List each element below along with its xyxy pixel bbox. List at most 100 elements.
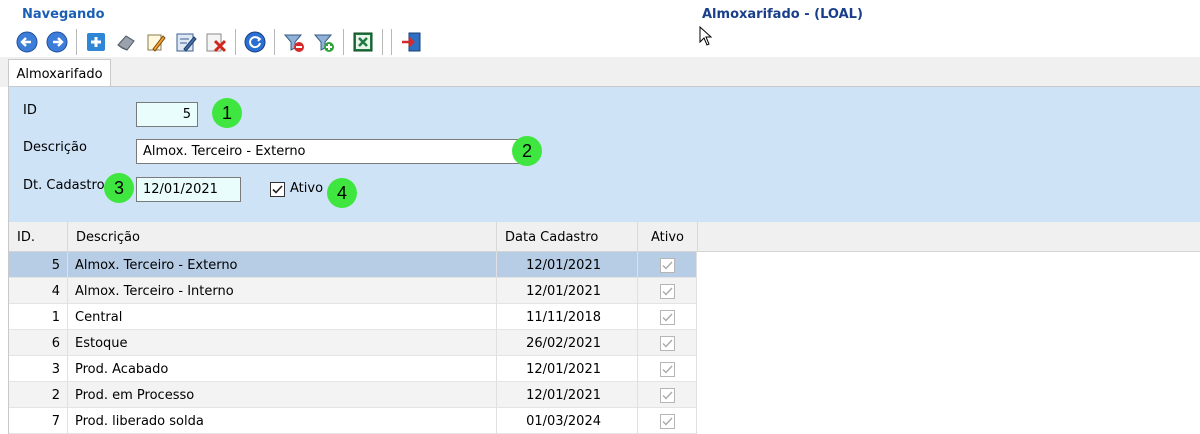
annotation-badge-2: 2 bbox=[512, 136, 542, 166]
excel-export-button[interactable] bbox=[350, 29, 376, 55]
cell-id: 1 bbox=[9, 304, 68, 330]
col-header-ativo[interactable]: Ativo bbox=[638, 222, 698, 252]
toolbar-separator bbox=[274, 29, 275, 55]
back-button[interactable] bbox=[14, 29, 40, 55]
clear-button[interactable] bbox=[113, 29, 139, 55]
grid-header: ID. Descrição Data Cadastro Ativo bbox=[9, 222, 1200, 252]
check-icon bbox=[662, 365, 673, 374]
check-icon bbox=[662, 287, 673, 296]
cell-id: 6 bbox=[9, 330, 68, 356]
new-record-icon bbox=[87, 33, 105, 51]
cell-descricao: Prod. Acabado bbox=[68, 356, 497, 382]
cell-id: 7 bbox=[9, 408, 68, 434]
edit-button[interactable] bbox=[143, 29, 169, 55]
check-icon bbox=[662, 417, 673, 426]
ativo-row-checkbox[interactable] bbox=[659, 257, 675, 273]
remove-filter-button[interactable] bbox=[281, 29, 307, 55]
new-record-button[interactable] bbox=[83, 29, 109, 55]
toolbar-separator bbox=[76, 29, 77, 55]
cell-id: 3 bbox=[9, 356, 68, 382]
descricao-label: Descrição bbox=[23, 140, 87, 155]
cell-descricao: Central bbox=[68, 304, 497, 330]
check-icon bbox=[662, 391, 673, 400]
status-title: Navegando bbox=[22, 7, 105, 22]
col-header-id[interactable]: ID. bbox=[9, 222, 68, 252]
filter-add-icon bbox=[313, 34, 334, 52]
cell-ativo bbox=[638, 278, 697, 304]
table-row[interactable]: 6 Estoque 26/02/2021 bbox=[9, 330, 697, 356]
ativo-row-checkbox[interactable] bbox=[659, 283, 675, 299]
filter-remove-icon bbox=[283, 34, 304, 52]
toolbar-separator bbox=[391, 29, 392, 55]
tab-strip: Almoxarifado bbox=[0, 57, 1200, 88]
col-header-data-cadastro[interactable]: Data Cadastro bbox=[497, 222, 638, 252]
delete-button[interactable] bbox=[203, 29, 229, 55]
annotation-badge-1: 1 bbox=[212, 98, 242, 128]
id-field[interactable]: 5 bbox=[136, 102, 198, 127]
cell-descricao: Almox. Terceiro - Externo bbox=[68, 252, 497, 278]
cell-descricao: Prod. liberado solda bbox=[68, 408, 497, 434]
cell-ativo bbox=[638, 304, 697, 330]
refresh-button[interactable] bbox=[242, 29, 268, 55]
descricao-field[interactable]: Almox. Terceiro - Externo bbox=[136, 139, 531, 164]
cell-data-cadastro: 12/01/2021 bbox=[497, 278, 638, 304]
delete-icon bbox=[206, 33, 227, 53]
cell-ativo bbox=[638, 408, 697, 434]
ativo-row-checkbox[interactable] bbox=[659, 335, 675, 351]
table-row[interactable]: 4 Almox. Terceiro - Interno 12/01/2021 bbox=[9, 278, 697, 304]
table-row[interactable]: 7 Prod. liberado solda 01/03/2024 bbox=[9, 408, 697, 434]
cell-ativo bbox=[638, 382, 697, 408]
table-row[interactable]: 5 Almox. Terceiro - Externo 12/01/2021 bbox=[9, 252, 697, 278]
form-title: Almoxarifado - (LOAL) bbox=[702, 7, 863, 22]
toolbar-separator bbox=[235, 29, 236, 55]
back-arrow-icon bbox=[16, 31, 38, 53]
edit-form-icon bbox=[176, 33, 197, 52]
excel-export-icon bbox=[353, 32, 373, 52]
check-icon bbox=[662, 339, 673, 348]
cell-data-cadastro: 11/11/2018 bbox=[497, 304, 638, 330]
check-icon bbox=[272, 185, 283, 194]
tab-almoxarifado[interactable]: Almoxarifado bbox=[8, 59, 111, 88]
eraser-icon bbox=[117, 35, 135, 51]
annotation-badge-4: 4 bbox=[327, 178, 357, 208]
cell-ativo bbox=[638, 330, 697, 356]
cell-descricao: Almox. Terceiro - Interno bbox=[68, 278, 497, 304]
refresh-icon bbox=[244, 31, 266, 53]
id-label: ID bbox=[23, 103, 37, 118]
cell-data-cadastro: 12/01/2021 bbox=[497, 382, 638, 408]
cell-data-cadastro: 01/03/2024 bbox=[497, 408, 638, 434]
table-row[interactable]: 1 Central 11/11/2018 bbox=[9, 304, 697, 330]
dt-cadastro-field[interactable]: 12/01/2021 bbox=[136, 177, 241, 202]
toolbar-separator bbox=[382, 29, 383, 55]
col-header-descricao[interactable]: Descrição bbox=[68, 222, 497, 252]
toolbar-separator bbox=[343, 29, 344, 55]
dt-cadastro-label: Dt. Cadastro bbox=[23, 178, 105, 193]
forward-arrow-icon bbox=[46, 31, 68, 53]
ativo-row-checkbox[interactable] bbox=[659, 361, 675, 377]
edit-pencil-icon bbox=[147, 34, 166, 52]
table-row[interactable]: 2 Prod. em Processo 12/01/2021 bbox=[9, 382, 697, 408]
cell-descricao: Prod. em Processo bbox=[68, 382, 497, 408]
mouse-cursor-icon bbox=[699, 26, 713, 46]
ativo-row-checkbox[interactable] bbox=[659, 309, 675, 325]
cell-data-cadastro: 12/01/2021 bbox=[497, 252, 638, 278]
annotation-badge-3: 3 bbox=[104, 173, 134, 203]
cell-id: 4 bbox=[9, 278, 68, 304]
data-grid: ID. Descrição Data Cadastro Ativo 5 Almox… bbox=[8, 222, 1200, 434]
ativo-label[interactable]: Ativo bbox=[290, 181, 323, 196]
cell-data-cadastro: 26/02/2021 bbox=[497, 330, 638, 356]
exit-door-icon bbox=[402, 32, 421, 52]
add-filter-button[interactable] bbox=[311, 29, 337, 55]
cell-id: 5 bbox=[9, 252, 68, 278]
cell-descricao: Estoque bbox=[68, 330, 497, 356]
exit-button[interactable] bbox=[398, 29, 424, 55]
ativo-row-checkbox[interactable] bbox=[659, 413, 675, 429]
cell-data-cadastro: 12/01/2021 bbox=[497, 356, 638, 382]
ativo-row-checkbox[interactable] bbox=[659, 387, 675, 403]
ativo-checkbox[interactable] bbox=[270, 182, 285, 197]
forward-button[interactable] bbox=[44, 29, 70, 55]
cell-ativo bbox=[638, 252, 697, 278]
table-row[interactable]: 3 Prod. Acabado 12/01/2021 bbox=[9, 356, 697, 382]
top-bar: Navegando Almoxarifado - (LOAL) bbox=[0, 0, 1200, 62]
edit-form-button[interactable] bbox=[173, 29, 199, 55]
